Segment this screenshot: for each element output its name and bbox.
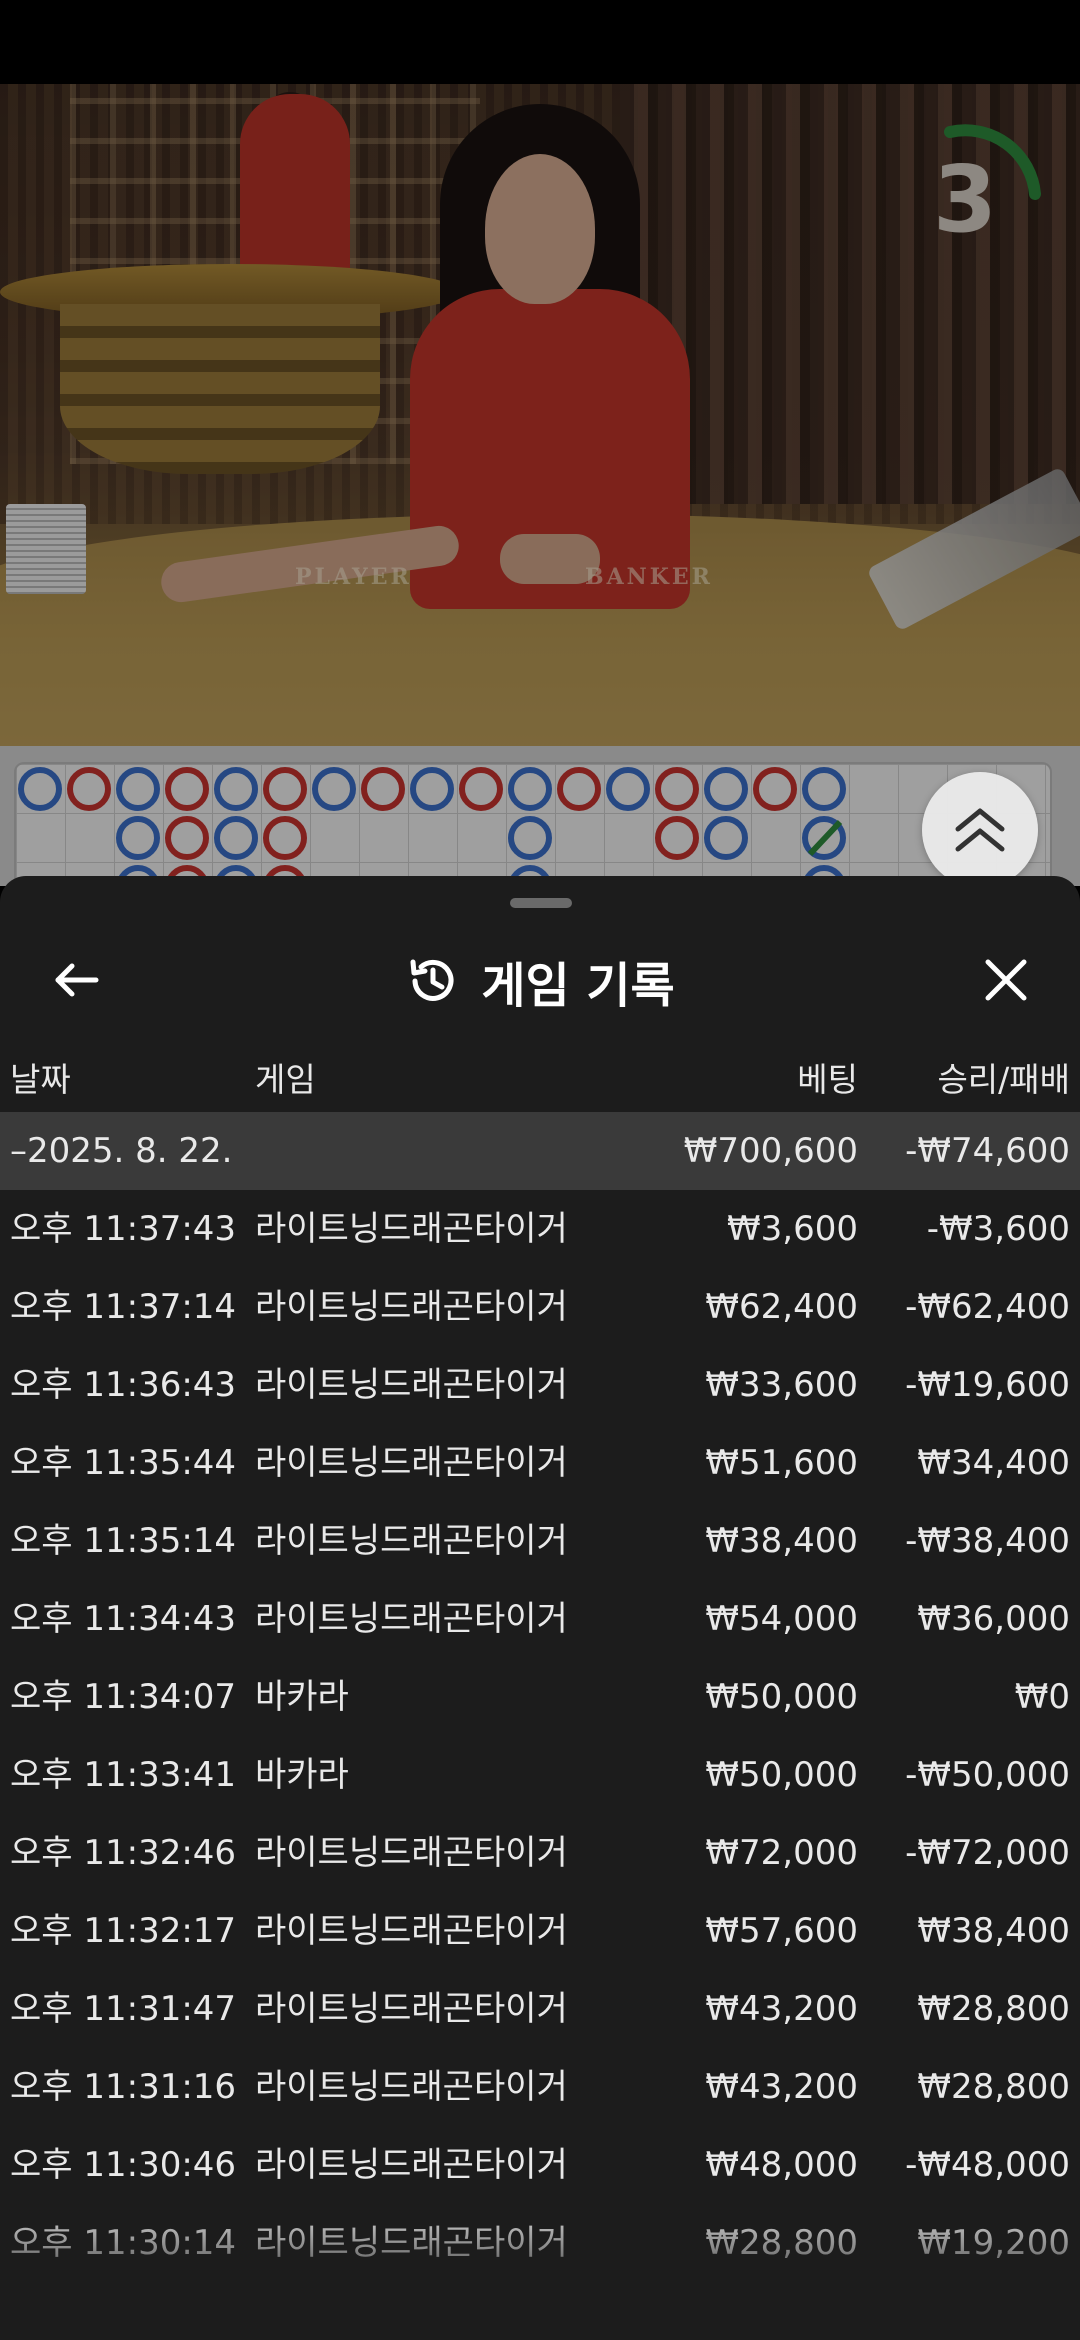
row-bet: ₩38,400 <box>705 1521 858 1561</box>
row-game: 라이트닝드래곤타이거 <box>255 1911 568 1951</box>
column-header-game: 게임 <box>255 1060 316 1099</box>
row-bet: ₩28,800 <box>705 2223 858 2263</box>
row-result: -₩19,600 <box>905 1365 1070 1405</box>
row-result: -₩62,400 <box>905 1287 1070 1327</box>
row-game: 라이트닝드래곤타이거 <box>255 2223 568 2263</box>
date-group-row[interactable]: –2025. 8. 22. ₩700,600 -₩74,600 <box>0 1112 1080 1190</box>
row-bet: ₩62,400 <box>705 1287 858 1327</box>
row-game: 라이트닝드래곤타이거 <box>255 1209 568 1249</box>
row-result: -₩38,400 <box>905 1521 1070 1561</box>
row-result: ₩28,800 <box>917 1989 1070 2029</box>
history-row[interactable]: 오후 11:37:43 라이트닝드래곤타이거 ₩3,600 -₩3,600 <box>0 1190 1080 1268</box>
history-row[interactable]: 오후 11:36:43 라이트닝드래곤타이거 ₩33,600 -₩19,600 <box>0 1346 1080 1424</box>
row-bet: ₩43,200 <box>705 2067 858 2107</box>
row-game: 라이트닝드래곤타이거 <box>255 1989 568 2029</box>
row-result: -₩72,000 <box>905 1833 1070 1873</box>
row-bet: ₩50,000 <box>705 1755 858 1795</box>
row-bet: ₩72,000 <box>705 1833 858 1873</box>
row-time: 오후 11:31:47 <box>10 1989 237 2029</box>
row-bet: ₩3,600 <box>727 1209 858 1249</box>
history-row[interactable]: 오후 11:32:17 라이트닝드래곤타이거 ₩57,600 ₩38,400 <box>0 1892 1080 1970</box>
row-time: 오후 11:32:17 <box>10 1911 237 1951</box>
row-game: 라이트닝드래곤타이거 <box>255 1599 568 1639</box>
column-header-result: 승리/패배 <box>937 1060 1070 1099</box>
row-bet: ₩33,600 <box>705 1365 858 1405</box>
row-time: 오후 11:34:43 <box>10 1599 237 1639</box>
row-game: 라이트닝드래곤타이거 <box>255 2067 568 2107</box>
row-game: 라이트닝드래곤타이거 <box>255 1287 568 1327</box>
sheet-title-group: 게임 기록 <box>0 946 1080 1016</box>
history-icon <box>410 959 454 1001</box>
row-time: 오후 11:35:14 <box>10 1521 237 1561</box>
row-time: 오후 11:30:46 <box>10 2145 237 2185</box>
history-row[interactable]: 오후 11:32:46 라이트닝드래곤타이거 ₩72,000 -₩72,000 <box>0 1814 1080 1892</box>
history-row[interactable]: 오후 11:35:44 라이트닝드래곤타이거 ₩51,600 ₩34,400 <box>0 1424 1080 1502</box>
row-time: 오후 11:35:44 <box>10 1443 237 1483</box>
date-group-label: –2025. 8. 22. <box>10 1131 233 1171</box>
row-result: ₩19,200 <box>917 2223 1070 2263</box>
game-history-sheet: 게임 기록 날짜 게임 베팅 승리/패배 –2025. 8. 22. ₩700,… <box>0 876 1080 2340</box>
row-game: 바카라 <box>255 1755 349 1795</box>
row-result: ₩0 <box>1014 1677 1070 1717</box>
history-row[interactable]: 오후 11:33:41 바카라 ₩50,000 -₩50,000 <box>0 1736 1080 1814</box>
row-game: 라이트닝드래곤타이거 <box>255 1365 568 1405</box>
history-row[interactable]: 오후 11:34:43 라이트닝드래곤타이거 ₩54,000 ₩36,000 <box>0 1580 1080 1658</box>
row-result: -₩48,000 <box>905 2145 1070 2185</box>
row-bet: ₩48,000 <box>705 2145 858 2185</box>
row-bet: ₩54,000 <box>705 1599 858 1639</box>
history-row[interactable]: 오후 11:34:07 바카라 ₩50,000 ₩0 <box>0 1658 1080 1736</box>
row-bet: ₩43,200 <box>705 1989 858 2029</box>
row-time: 오후 11:34:07 <box>10 1677 237 1717</box>
history-row[interactable]: 오후 11:30:46 라이트닝드래곤타이거 ₩48,000 -₩48,000 <box>0 2126 1080 2204</box>
history-row[interactable]: 오후 11:37:14 라이트닝드래곤타이거 ₩62,400 -₩62,400 <box>0 1268 1080 1346</box>
row-bet: ₩57,600 <box>705 1911 858 1951</box>
history-row[interactable]: 오후 11:31:47 라이트닝드래곤타이거 ₩43,200 ₩28,800 <box>0 1970 1080 2048</box>
row-result: ₩34,400 <box>917 1443 1070 1483</box>
column-header-bet: 베팅 <box>797 1060 858 1099</box>
date-group-result-total: -₩74,600 <box>905 1131 1070 1171</box>
row-game: 바카라 <box>255 1677 349 1717</box>
row-time: 오후 11:30:14 <box>10 2223 237 2263</box>
row-time: 오후 11:33:41 <box>10 1755 237 1795</box>
expand-roadmap-button[interactable] <box>922 772 1038 888</box>
row-time: 오후 11:37:14 <box>10 1287 237 1327</box>
row-result: -₩3,600 <box>926 1209 1070 1249</box>
row-result: ₩38,400 <box>917 1911 1070 1951</box>
row-result: ₩36,000 <box>917 1599 1070 1639</box>
row-game: 라이트닝드래곤타이거 <box>255 2145 568 2185</box>
row-bet: ₩50,000 <box>705 1677 858 1717</box>
sheet-title: 게임 기록 <box>481 958 675 1014</box>
sheet-drag-handle[interactable] <box>510 898 572 908</box>
row-game: 라이트닝드래곤타이거 <box>255 1833 568 1873</box>
row-game: 라이트닝드래곤타이거 <box>255 1443 568 1483</box>
row-time: 오후 11:31:16 <box>10 2067 237 2107</box>
dim-overlay <box>0 0 1080 900</box>
row-game: 라이트닝드래곤타이거 <box>255 1521 568 1561</box>
history-row[interactable]: 오후 11:31:16 라이트닝드래곤타이거 ₩43,200 ₩28,800 <box>0 2048 1080 2126</box>
row-result: ₩28,800 <box>917 2067 1070 2107</box>
date-group-bet-total: ₩700,600 <box>683 1131 858 1171</box>
sheet-header: 게임 기록 <box>0 924 1080 1034</box>
row-bet: ₩51,600 <box>705 1443 858 1483</box>
column-header-date: 날짜 <box>10 1060 71 1099</box>
chevron-double-up-icon <box>955 808 1005 852</box>
row-result: -₩50,000 <box>905 1755 1070 1795</box>
row-time: 오후 11:36:43 <box>10 1365 237 1405</box>
history-row[interactable]: 오후 11:30:14 라이트닝드래곤타이거 ₩28,800 ₩19,200 <box>0 2204 1080 2282</box>
close-button[interactable] <box>974 948 1038 1012</box>
row-time: 오후 11:37:43 <box>10 1209 237 1249</box>
close-icon <box>985 959 1027 1001</box>
row-time: 오후 11:32:46 <box>10 1833 237 1873</box>
history-row[interactable]: 오후 11:35:14 라이트닝드래곤타이거 ₩38,400 -₩38,400 <box>0 1502 1080 1580</box>
